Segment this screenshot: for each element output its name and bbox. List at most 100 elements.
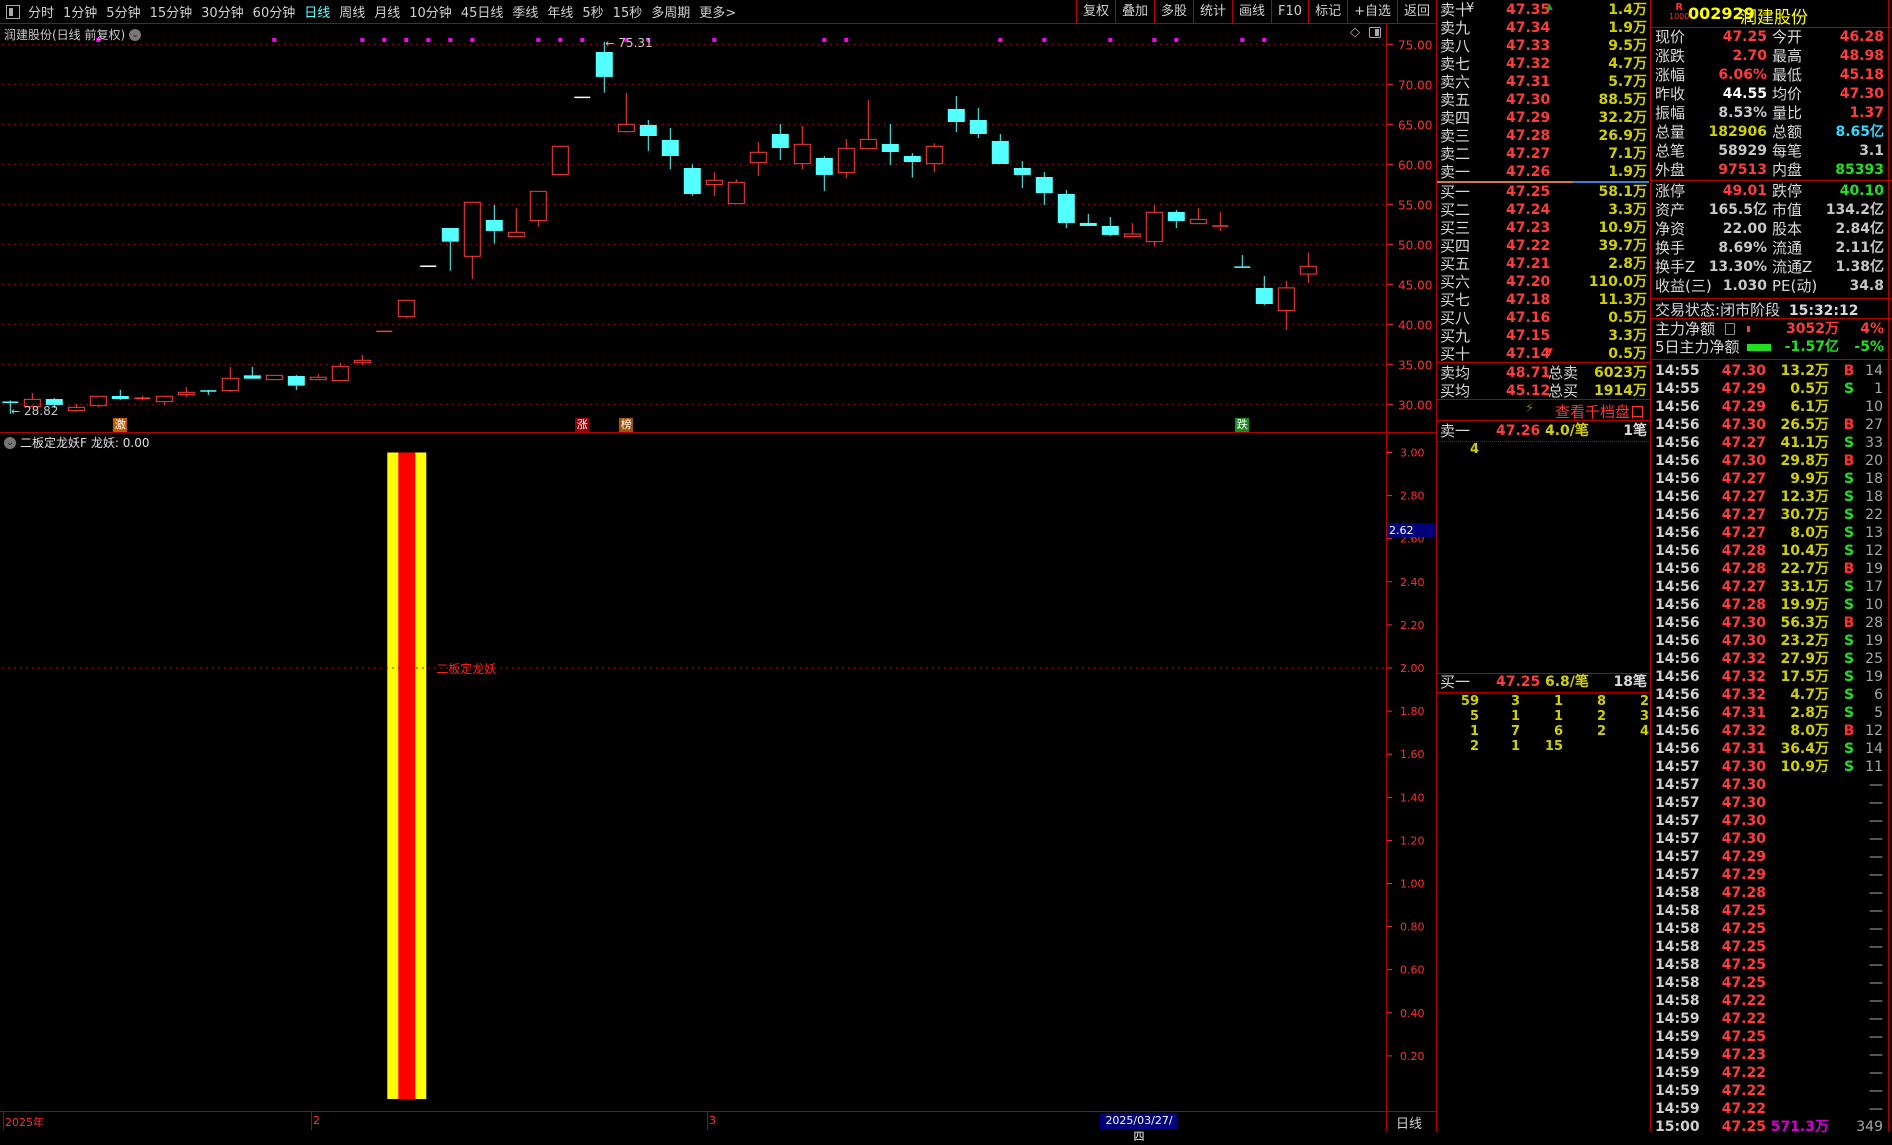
chevron-down-icon[interactable]: ⌄: [129, 29, 141, 41]
ask-row[interactable]: 卖七47.324.7万: [1437, 55, 1649, 73]
candle-body: [684, 168, 701, 194]
panel-layout-icon[interactable]: [1369, 27, 1381, 38]
level-label: 买六: [1440, 273, 1470, 291]
avg-ask-row[interactable]: 卖均48.716023万总卖: [1437, 364, 1649, 382]
candle[interactable]: [552, 146, 568, 174]
chevron-down-icon[interactable]: ⌄: [4, 437, 16, 449]
candle[interactable]: [90, 396, 106, 407]
candle[interactable]: [486, 205, 503, 244]
candle[interactable]: [310, 374, 326, 380]
tick-price: 47.22: [1722, 992, 1766, 1010]
candle[interactable]: [200, 390, 216, 395]
quote-value: 8.69%: [1718, 239, 1767, 258]
bid-row[interactable]: 买三47.2310.9万: [1437, 219, 1649, 237]
candle[interactable]: [948, 96, 965, 132]
y-tick-label: 50.00: [1398, 238, 1432, 252]
candle[interactable]: [970, 108, 987, 138]
ask1-detail-row[interactable]: 卖一47.261笔4.0/笔: [1437, 422, 1649, 440]
candle[interactable]: [156, 396, 172, 405]
candle[interactable]: [1102, 217, 1119, 236]
candle[interactable]: [1058, 190, 1075, 228]
candle[interactable]: [992, 134, 1009, 164]
candle[interactable]: [354, 355, 370, 365]
ask-row[interactable]: 卖四47.2932.2万: [1437, 109, 1649, 127]
candle[interactable]: [882, 124, 899, 165]
candle[interactable]: [222, 367, 238, 392]
candle[interactable]: [464, 202, 480, 279]
tick-price: 47.30: [1722, 452, 1766, 470]
avg-bid-row[interactable]: 买均45.121914万总买: [1437, 382, 1649, 400]
candle[interactable]: [816, 156, 833, 191]
ask-row[interactable]: 卖三47.2826.9万: [1437, 127, 1649, 145]
bid-row[interactable]: 买八47.160.5万: [1437, 309, 1649, 327]
list-icon[interactable]: [1725, 323, 1735, 335]
candle[interactable]: [332, 363, 348, 381]
bid-row[interactable]: 买二47.243.3万: [1437, 201, 1649, 219]
candle-body: [68, 407, 84, 410]
candle[interactable]: [618, 93, 634, 133]
candle[interactable]: [640, 120, 657, 151]
tick-price: 47.30: [1722, 362, 1766, 380]
candle[interactable]: [1014, 161, 1031, 188]
candle[interactable]: [750, 142, 766, 176]
candle[interactable]: [1278, 281, 1294, 330]
candle[interactable]: [112, 390, 129, 400]
event-badge[interactable]: 榜: [619, 418, 633, 432]
candle[interactable]: [508, 208, 524, 236]
candle[interactable]: [266, 375, 282, 379]
candle[interactable]: [530, 191, 546, 226]
ask-row[interactable]: 卖八47.339.5万: [1437, 37, 1649, 55]
candle[interactable]: [178, 387, 194, 397]
candle[interactable]: [706, 172, 722, 196]
candle[interactable]: [684, 164, 701, 195]
bid-row[interactable]: 买六47.20110.0万: [1437, 273, 1649, 291]
order-size: 5: [1449, 709, 1479, 724]
candle[interactable]: [398, 300, 414, 318]
bid1-detail-row[interactable]: 买一47.2518笔6.8/笔: [1437, 673, 1649, 691]
bid-row[interactable]: 买一47.2558.1万: [1437, 183, 1649, 201]
candle[interactable]: [1190, 208, 1206, 224]
candle[interactable]: [244, 367, 261, 379]
candle[interactable]: [1036, 172, 1053, 205]
candle[interactable]: [1080, 214, 1097, 226]
candle[interactable]: [68, 404, 84, 412]
bid-row[interactable]: 买九47.153.3万: [1437, 327, 1649, 345]
ask-row[interactable]: 卖五47.3088.5万: [1437, 91, 1649, 109]
flow-row[interactable]: 主力净额3052万4%: [1651, 320, 1891, 339]
y-tick-label: 1.80: [1400, 705, 1425, 718]
event-badge[interactable]: 涨: [575, 418, 589, 432]
candle[interactable]: [442, 228, 459, 271]
diamond-icon[interactable]: ◇: [1350, 25, 1360, 40]
kline-chart[interactable]: 75.0070.0065.0060.0055.0050.0045.0040.00…: [0, 0, 1436, 1132]
event-badge[interactable]: 激: [113, 418, 127, 432]
bid-row[interactable]: 买十47.140.5万: [1437, 345, 1649, 363]
bid-row[interactable]: 买七47.1811.3万: [1437, 291, 1649, 309]
candle[interactable]: [288, 375, 305, 390]
candle[interactable]: [1168, 210, 1185, 228]
candle[interactable]: [772, 124, 789, 160]
candle[interactable]: [1234, 255, 1250, 267]
candle[interactable]: [1256, 276, 1273, 305]
bid-row[interactable]: 买五47.212.8万: [1437, 255, 1649, 273]
order-size: 1: [1490, 739, 1520, 754]
candle[interactable]: [838, 139, 854, 178]
candle[interactable]: [794, 126, 810, 169]
candle[interactable]: [1300, 252, 1316, 282]
event-badge[interactable]: 跌: [1235, 418, 1249, 432]
candle[interactable]: [662, 128, 679, 169]
candle[interactable]: [728, 179, 744, 203]
candle[interactable]: [904, 153, 921, 178]
candle[interactable]: [1124, 223, 1140, 237]
candle[interactable]: [134, 396, 150, 401]
ask-row[interactable]: 卖一47.261.9万: [1437, 163, 1649, 181]
candle[interactable]: [1146, 205, 1162, 247]
depth-link[interactable]: 查看千档盘口: [1555, 401, 1645, 422]
ask-row[interactable]: 卖九47.341.9万: [1437, 19, 1649, 37]
flow-row[interactable]: 5日主力净额-1.57亿-5%: [1651, 338, 1891, 357]
ask-row[interactable]: 卖六47.315.7万: [1437, 73, 1649, 91]
level-price: 47.25: [1506, 183, 1550, 201]
candle[interactable]: [1212, 212, 1228, 231]
ask-row[interactable]: 卖二47.277.1万: [1437, 145, 1649, 163]
bid-row[interactable]: 买四47.2239.7万: [1437, 237, 1649, 255]
candle[interactable]: [926, 143, 942, 172]
